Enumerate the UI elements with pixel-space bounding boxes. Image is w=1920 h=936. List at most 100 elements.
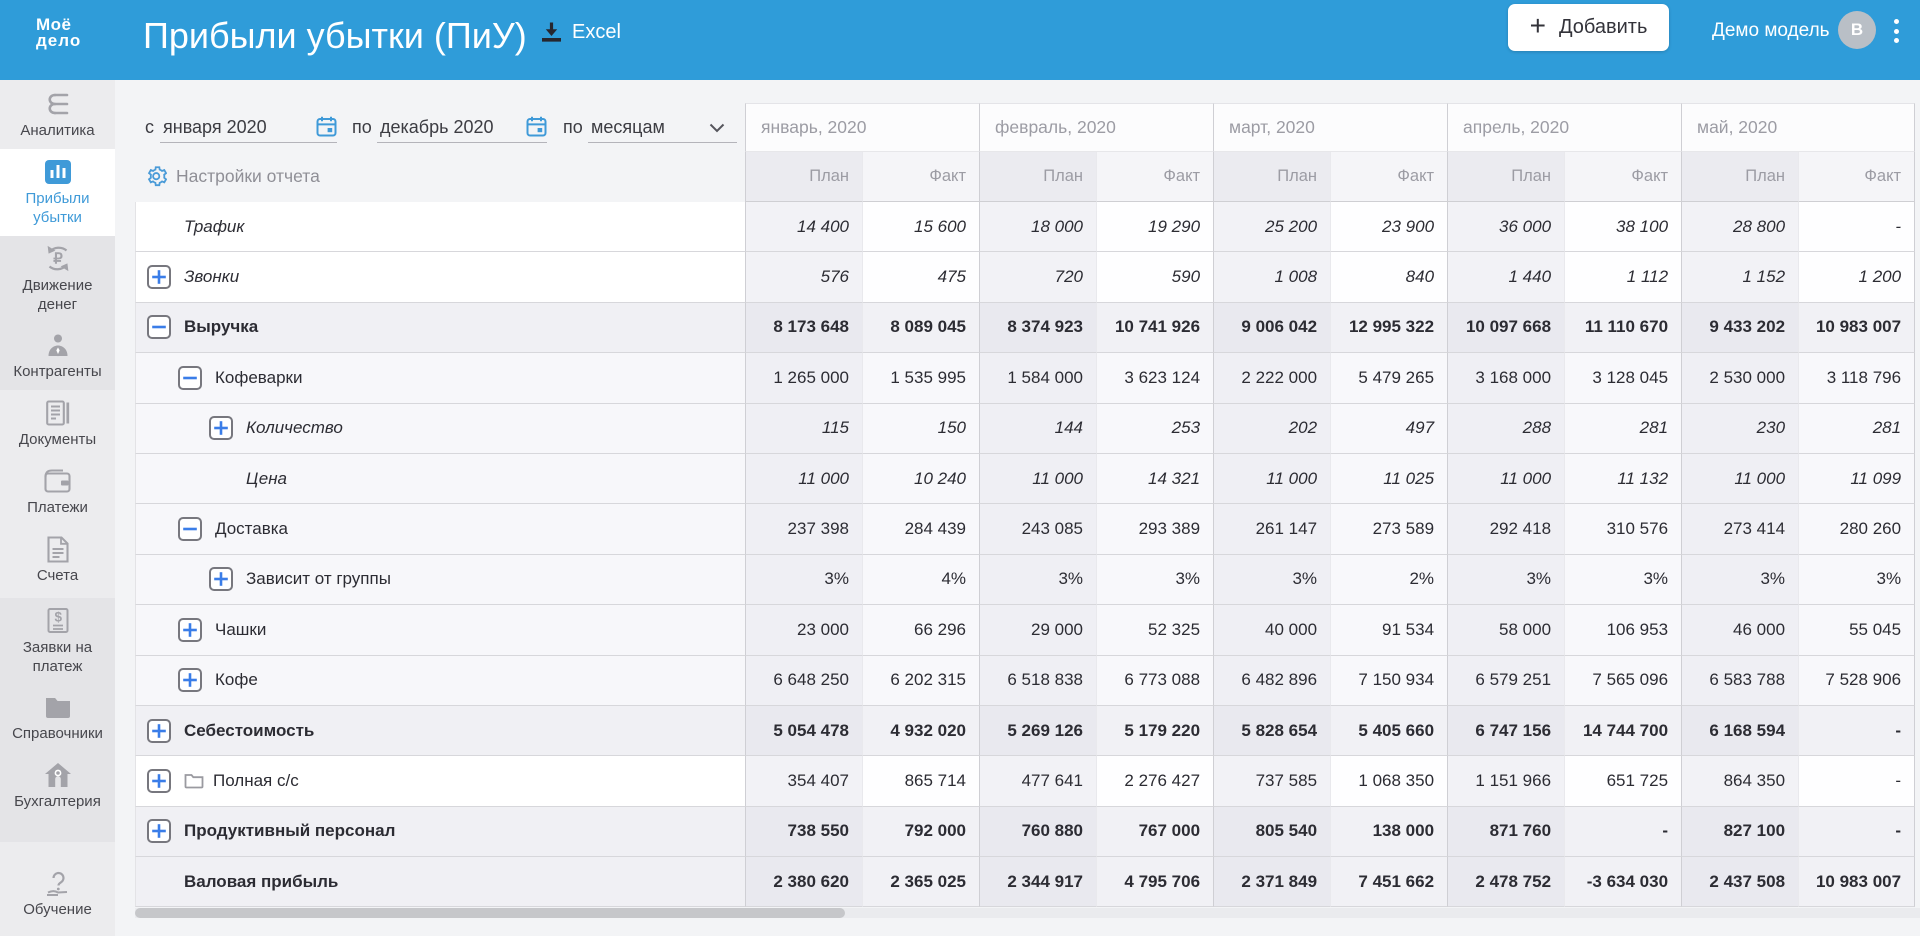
sidebar-item-label: Прибыли убытки: [25, 190, 90, 226]
fact-value-cell: 5 479 265: [1330, 353, 1448, 404]
plan-value-cell: 292 418: [1447, 504, 1565, 555]
sidebar-item-label: Бухгалтерия: [14, 793, 101, 810]
sidebar-item-money-flow[interactable]: ₽ Движение денег: [0, 236, 115, 322]
row-label[interactable]: Доставка: [215, 519, 288, 539]
expand-icon[interactable]: [147, 819, 171, 844]
fact-value-cell: 4 932 020: [862, 705, 980, 757]
sidebar-item-counterparties[interactable]: Контрагенты: [0, 322, 115, 390]
row-label-cell: Количество: [135, 403, 745, 454]
fact-value-cell: 273 589: [1330, 504, 1448, 555]
row-label[interactable]: Кофеварки: [215, 368, 302, 388]
fact-column-header: Факт: [1798, 152, 1916, 202]
fact-value-cell: 2 276 427: [1096, 756, 1214, 807]
excel-label: Excel: [572, 21, 621, 43]
row-label-cell: Чашки: [135, 605, 745, 656]
sidebar-item-documents[interactable]: Документы: [0, 390, 115, 458]
sidebar-item-payments[interactable]: Платежи: [0, 458, 115, 526]
plan-value-cell: 6 168 594: [1681, 705, 1799, 757]
expand-icon[interactable]: [147, 718, 171, 743]
table-row: Трафик 14 400 15 600 18 000 19 290 25 200 23 9…: [135, 202, 1916, 253]
row-label[interactable]: Количество: [246, 418, 343, 438]
fact-value-cell: -: [1798, 202, 1916, 253]
expand-icon[interactable]: [147, 768, 171, 793]
month-header: апрель, 2020: [1447, 103, 1682, 152]
table-row: Продуктивный персонал 738 550 792 000 760 8…: [135, 806, 1916, 858]
add-button[interactable]: + Добавить: [1508, 4, 1669, 51]
fact-value-cell: 10 741 926: [1096, 302, 1214, 354]
expand-icon[interactable]: [178, 617, 202, 642]
sidebar-item-analytics[interactable]: Аналитика: [0, 80, 115, 149]
scrollbar-thumb[interactable]: [135, 908, 845, 918]
row-label-cell: Выручка: [135, 302, 745, 354]
expand-icon[interactable]: [147, 265, 171, 290]
excel-export-button[interactable]: Excel: [540, 21, 621, 44]
fact-value-cell: 3 118 796: [1798, 353, 1916, 404]
fact-value-cell: 767 000: [1096, 806, 1214, 858]
sidebar-item-references[interactable]: Справочники: [0, 684, 115, 752]
table-row: Полная с/с 354 407 865 714 477 641 2 276 427…: [135, 756, 1916, 807]
plan-column-header: План: [745, 152, 862, 202]
horizontal-scrollbar[interactable]: [135, 908, 1920, 918]
sidebar-item-label: Контрагенты: [13, 363, 102, 380]
plan-value-cell: 28 800: [1681, 202, 1799, 253]
kebab-menu-icon[interactable]: [1889, 19, 1903, 43]
table-row: Себестоимость 5 054 478 4 932 020 5 269 126…: [135, 705, 1916, 757]
row-label[interactable]: Кофе: [215, 670, 258, 690]
fact-value-cell: 150: [862, 403, 980, 454]
expand-icon[interactable]: [209, 567, 233, 592]
row-label[interactable]: Звонки: [184, 267, 239, 287]
plan-value-cell: 273 414: [1681, 504, 1799, 555]
row-label[interactable]: Выручка: [184, 317, 258, 337]
sidebar-item-accounting[interactable]: Бухгалтерия: [0, 752, 115, 820]
plan-value-cell: 11 000: [1213, 453, 1331, 505]
row-label[interactable]: Цена: [246, 469, 287, 489]
collapse-icon[interactable]: [147, 315, 171, 340]
fact-value-cell: 1 068 350: [1330, 756, 1448, 807]
report-body: Трафик 14 400 15 600 18 000 19 290 25 200 23 9…: [135, 202, 1916, 908]
row-label-inner: Кофеварки: [136, 365, 741, 390]
profit-loss-icon: [44, 158, 72, 186]
collapse-icon[interactable]: [178, 365, 202, 390]
plan-value-cell: 760 880: [979, 806, 1097, 858]
sidebar-group: $ Заявки на платеж Справочники Бухгалтерия: [0, 598, 115, 842]
row-label[interactable]: Валовая прибыль: [184, 872, 338, 892]
moedelo-logo[interactable]: Моё дело: [36, 16, 81, 49]
table-row: Кофе 6 648 250 6 202 315 6 518 838 6 773 088…: [135, 655, 1916, 706]
sidebar-item-label: Движение денег: [22, 276, 93, 313]
expand-icon[interactable]: [209, 416, 233, 441]
expand-icon[interactable]: [178, 668, 202, 693]
row-label[interactable]: Продуктивный персонал: [184, 821, 395, 841]
plan-fact-header-row: План Факт План Факт План Факт План Факт План Факт: [135, 152, 1916, 202]
row-label-cell: Себестоимость: [135, 705, 745, 757]
plan-value-cell: 8 173 648: [745, 302, 862, 354]
collapse-icon[interactable]: [178, 517, 202, 542]
row-label[interactable]: Себестоимость: [184, 721, 314, 741]
fact-value-cell: 4 795 706: [1096, 857, 1214, 908]
fact-value-cell: 7 451 662: [1330, 857, 1448, 908]
payment-requests-icon: $: [46, 607, 70, 635]
sidebar-group: Обучение: [0, 842, 115, 936]
row-label[interactable]: Чашки: [215, 620, 266, 640]
row-label[interactable]: Зависит от группы: [246, 569, 391, 589]
plan-value-cell: 827 100: [1681, 806, 1799, 858]
sidebar-group: Аналитика: [0, 80, 115, 149]
plan-value-cell: 58 000: [1447, 605, 1565, 656]
avatar[interactable]: B: [1838, 11, 1876, 49]
plan-value-cell: 9 433 202: [1681, 302, 1799, 354]
fact-value-cell: 138 000: [1330, 806, 1448, 858]
row-label-inner: Доставка: [136, 517, 741, 542]
sidebar-item-training[interactable]: Обучение: [0, 860, 115, 928]
fact-value-cell: 281: [1564, 403, 1682, 454]
row-label-inner: Чашки: [136, 617, 741, 642]
header-spacer: [135, 103, 745, 152]
sidebar-item-invoices[interactable]: Счета: [0, 526, 115, 594]
row-label-cell: Кофе: [135, 655, 745, 706]
fact-value-cell: 293 389: [1096, 504, 1214, 555]
fact-value-cell: 14 321: [1096, 453, 1214, 505]
account-menu[interactable]: Демо модель: [1712, 20, 1830, 42]
sidebar-item-payment-requests[interactable]: $ Заявки на платеж: [0, 598, 115, 684]
sidebar-item-profit-loss[interactable]: Прибыли убытки: [0, 149, 115, 236]
row-label[interactable]: Полная с/с: [213, 771, 299, 791]
row-label[interactable]: Трафик: [184, 217, 244, 237]
fact-value-cell: 10 983 007: [1798, 857, 1916, 908]
